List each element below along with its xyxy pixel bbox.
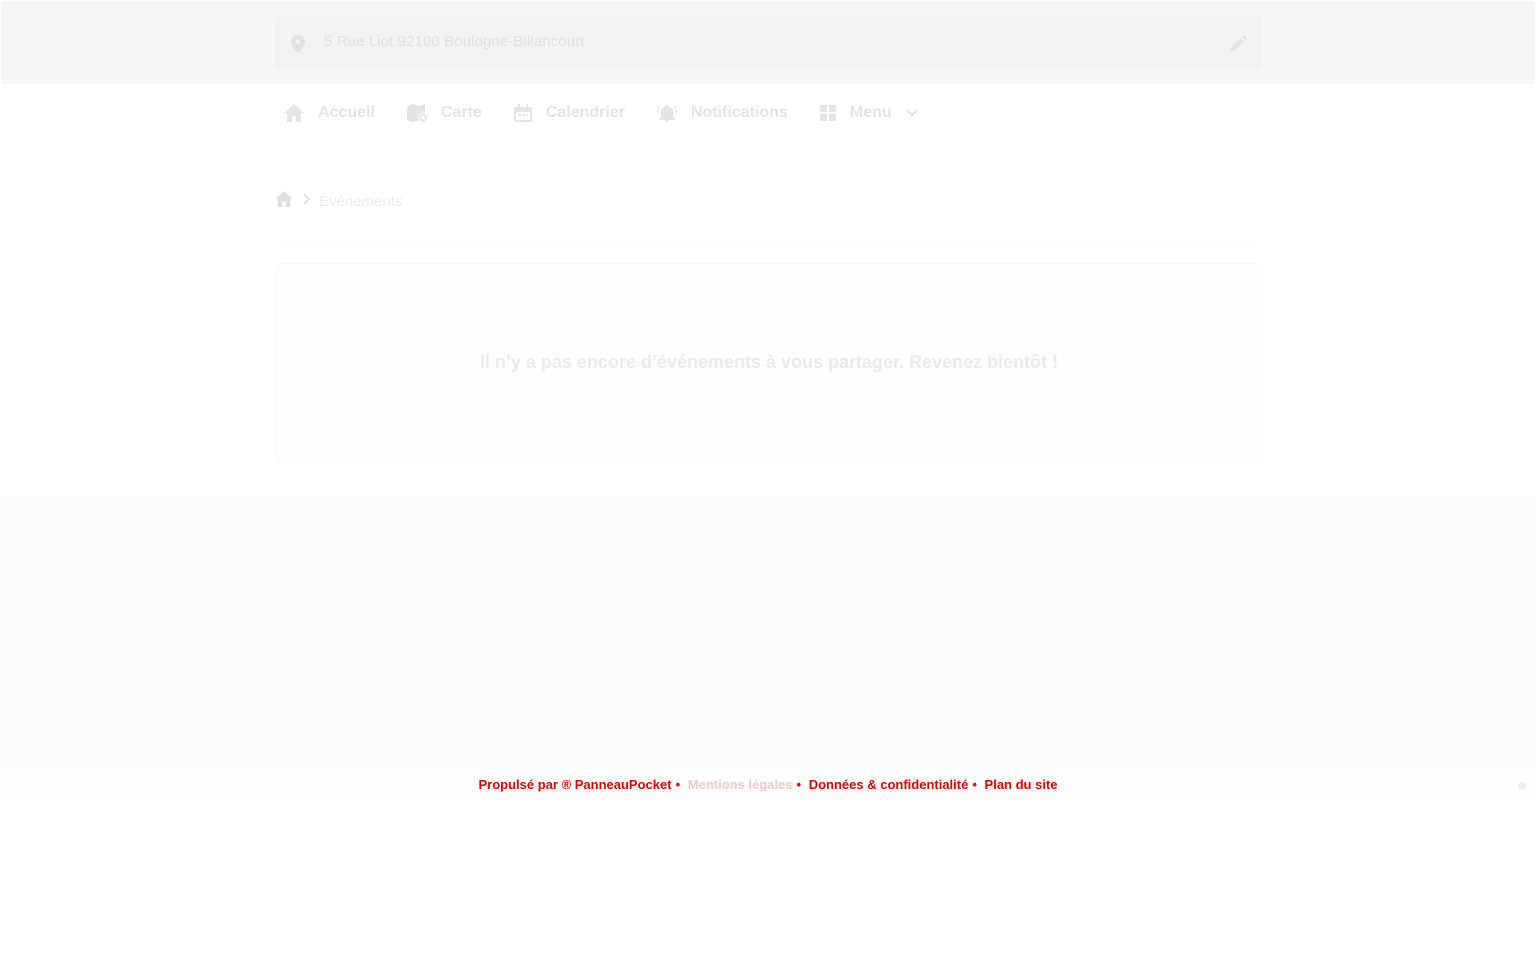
main-navigation: Accueil Carte Calendrier Notifications M… bbox=[0, 85, 1536, 141]
breadcrumb-home-link[interactable] bbox=[275, 190, 293, 212]
footer-sitemap-link[interactable]: Plan du site bbox=[985, 777, 1058, 792]
nav-home-label: Accueil bbox=[318, 104, 375, 121]
grid-icon bbox=[819, 105, 836, 121]
nav-menu-label: Menu bbox=[849, 104, 892, 121]
divider bbox=[275, 246, 1263, 247]
breadcrumb: Événements bbox=[275, 190, 403, 212]
footer-background bbox=[0, 496, 1536, 770]
nav-calendar-label: Calendrier bbox=[545, 104, 625, 121]
footer-links: Propulsé par ® PanneauPocket • Mentions l… bbox=[478, 777, 1058, 792]
footer-propulsed-link[interactable]: Propulsé par ® PanneauPocket bbox=[478, 777, 671, 792]
footer-privacy-link[interactable]: Données & confidentialité bbox=[809, 777, 969, 792]
nav-home[interactable]: Accueil bbox=[284, 104, 375, 122]
chevron-right-icon bbox=[303, 192, 311, 210]
top-bar: 5 Rue Liot 92100 Boulogne-Billancourt bbox=[1, 1, 1535, 84]
events-empty-card: Il n’y a pas encore d’événements à vous … bbox=[275, 263, 1263, 463]
nav-map[interactable]: Carte bbox=[406, 104, 482, 122]
breadcrumb-current: Événements bbox=[319, 192, 403, 210]
nav-calendar[interactable]: Calendrier bbox=[513, 104, 625, 122]
empty-state-message: Il n’y a pas encore d’événements à vous … bbox=[479, 352, 1059, 372]
address-selector[interactable]: 5 Rue Liot 92100 Boulogne-Billancourt bbox=[275, 16, 1263, 71]
map-pin-icon bbox=[291, 35, 305, 58]
status-dot bbox=[1518, 782, 1526, 790]
address-text: 5 Rue Liot 92100 Boulogne-Billancourt bbox=[324, 33, 585, 50]
bell-ring-icon bbox=[656, 105, 677, 122]
calendar-icon bbox=[513, 104, 532, 122]
map-icon bbox=[406, 104, 427, 122]
home-icon bbox=[275, 190, 293, 207]
nav-notifications[interactable]: Notifications bbox=[656, 104, 788, 122]
nav-notifications-label: Notifications bbox=[690, 104, 788, 121]
footer-mentions-link[interactable]: Mentions légales bbox=[688, 777, 793, 792]
chevron-down-icon bbox=[905, 109, 918, 117]
nav-menu[interactable]: Menu bbox=[819, 104, 918, 122]
nav-map-label: Carte bbox=[440, 104, 482, 121]
home-icon bbox=[284, 104, 304, 122]
pencil-icon[interactable] bbox=[1231, 35, 1247, 56]
footer: Propulsé par ® PanneauPocket • Mentions l… bbox=[0, 770, 1536, 802]
